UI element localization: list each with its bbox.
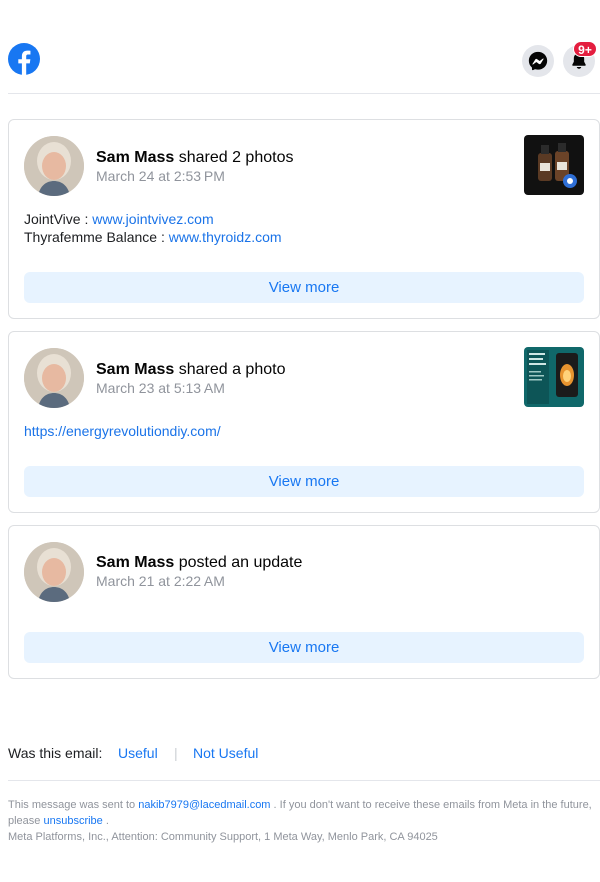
post-link[interactable]: https://energyrevolutiondiy.com/ [24,423,221,439]
footer-text: This message was sent to [8,799,139,811]
post-link[interactable]: www.thyroidz.com [169,229,282,245]
post-card: Sam Mass shared a photo March 23 at 5:13… [8,331,600,513]
post-title: Sam Mass posted an update [96,553,302,573]
avatar[interactable] [24,348,84,408]
view-more-button[interactable]: View more [24,632,584,663]
view-more-button[interactable]: View more [24,272,584,303]
avatar[interactable] [24,542,84,602]
post-line-label: Thyrafemme Balance : [24,229,169,245]
post-action: shared a photo [178,361,286,378]
avatar[interactable] [24,136,84,196]
author-name[interactable]: Sam Mass [96,554,174,571]
view-more-button[interactable]: View more [24,466,584,497]
post-thumbnail[interactable] [524,347,584,407]
feedback-separator: | [174,745,178,761]
footer-text: . [102,815,109,827]
post-card: Sam Mass shared 2 photos March 24 at 2:5… [8,119,600,319]
post-line: Thyrafemme Balance : www.thyroidz.com [24,228,282,246]
post-card: Sam Mass posted an update March 21 at 2:… [8,525,600,679]
footer-notice: This message was sent to nakib7979@laced… [8,797,598,829]
post-title: Sam Mass shared 2 photos [96,148,293,168]
notification-badge: 9+ [573,41,597,57]
author-name[interactable]: Sam Mass [96,149,174,166]
recipient-email-link[interactable]: nakib7979@lacedmail.com [138,799,270,811]
post-line: https://energyrevolutiondiy.com/ [24,422,221,440]
feedback-question: Was this email: [8,745,103,761]
not-useful-link[interactable]: Not Useful [193,744,258,762]
footer-divider [8,780,600,781]
messenger-button[interactable] [522,45,554,77]
email-header: 9+ [8,28,600,94]
post-line-label: JointVive : [24,211,93,227]
unsubscribe-link[interactable]: unsubscribe [43,815,102,827]
feedback-row: Was this email: Useful | Not Useful [8,744,258,762]
post-action: posted an update [178,554,303,571]
post-date: March 21 at 2:22 AM [96,573,225,589]
author-name[interactable]: Sam Mass [96,361,174,378]
post-line: JointVive : www.jointvivez.com [24,210,214,228]
facebook-logo-icon[interactable] [8,43,40,75]
post-title: Sam Mass shared a photo [96,360,285,380]
post-date: March 23 at 5:13 AM [96,380,225,396]
messenger-icon [528,51,548,71]
post-date: March 24 at 2:53 PM [96,168,225,184]
footer-address: Meta Platforms, Inc., Attention: Communi… [8,831,438,843]
post-action: shared 2 photos [178,149,294,166]
post-thumbnail[interactable] [524,135,584,195]
useful-link[interactable]: Useful [118,744,158,762]
post-link[interactable]: www.jointvivez.com [92,211,213,227]
email-footer: This message was sent to nakib7979@laced… [8,797,598,845]
